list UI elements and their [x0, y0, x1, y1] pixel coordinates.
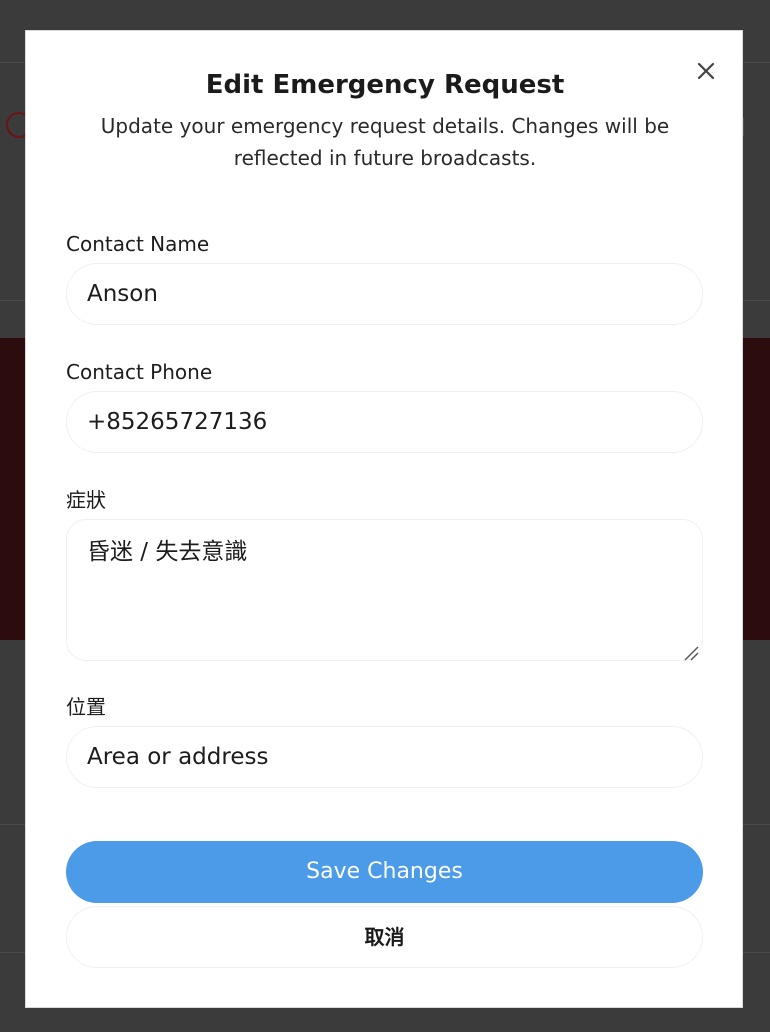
cancel-button[interactable]: 取消	[66, 906, 703, 968]
save-changes-button[interactable]: Save Changes	[66, 841, 703, 903]
modal-title: Edit Emergency Request	[205, 70, 565, 100]
contact-phone-label: Contact Phone	[66, 360, 213, 384]
modal-subtitle: Update your emergency request details. C…	[100, 114, 670, 170]
symptoms-textarea[interactable]: 昏迷 / 失去意識	[66, 519, 703, 661]
symptoms-label: 症狀	[66, 488, 106, 512]
location-input[interactable]	[66, 726, 703, 788]
contact-name-label: Contact Name	[66, 232, 210, 256]
edit-request-modal: Edit Emergency Request Update your emerg…	[25, 30, 743, 1008]
resize-handle-icon[interactable]	[681, 643, 699, 661]
contact-name-input[interactable]	[66, 263, 703, 325]
location-label: 位置	[66, 695, 106, 719]
contact-phone-input[interactable]	[66, 391, 703, 453]
